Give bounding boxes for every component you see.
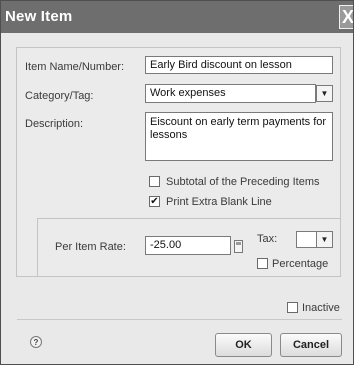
inactive-checkbox[interactable] (287, 302, 298, 313)
help-icon[interactable]: ? (30, 336, 42, 348)
print-blank-line-checkbox[interactable]: ✔ (149, 196, 160, 207)
close-button[interactable]: X (339, 5, 353, 29)
percentage-label: Percentage (272, 258, 329, 270)
cancel-button[interactable]: Cancel (280, 333, 342, 357)
per-item-rate-label: Per Item Rate: (55, 241, 126, 253)
tax-dropdown-icon[interactable]: ▼ (316, 231, 333, 248)
per-item-rate-input[interactable]: -25.00 (145, 236, 231, 255)
description-textarea[interactable]: Eiscount on early term payments for less… (145, 112, 333, 161)
category-dropdown-icon[interactable]: ▼ (316, 85, 333, 102)
category-label: Category/Tag: (25, 90, 94, 102)
calculator-icon[interactable] (234, 240, 243, 253)
print-blank-line-label: Print Extra Blank Line (166, 196, 272, 208)
item-name-input[interactable]: Early Bird discount on lesson (145, 56, 333, 74)
tax-label: Tax: (257, 233, 278, 245)
subtotal-checkbox[interactable] (149, 176, 160, 187)
title-bar: New Item X (1, 1, 353, 33)
window-title: New Item (5, 8, 73, 25)
tax-select[interactable] (296, 231, 317, 248)
footer-divider (17, 319, 342, 320)
inactive-label: Inactive (302, 302, 340, 314)
category-select[interactable]: Work expenses (145, 84, 316, 103)
item-name-label: Item Name/Number: (25, 61, 125, 73)
description-label: Description: (25, 118, 84, 130)
percentage-checkbox[interactable] (257, 258, 268, 269)
ok-button[interactable]: OK (215, 333, 272, 357)
subtotal-label: Subtotal of the Preceding Items (166, 176, 320, 188)
new-item-dialog: New Item X Item Name/Number: Early Bird … (0, 0, 354, 365)
